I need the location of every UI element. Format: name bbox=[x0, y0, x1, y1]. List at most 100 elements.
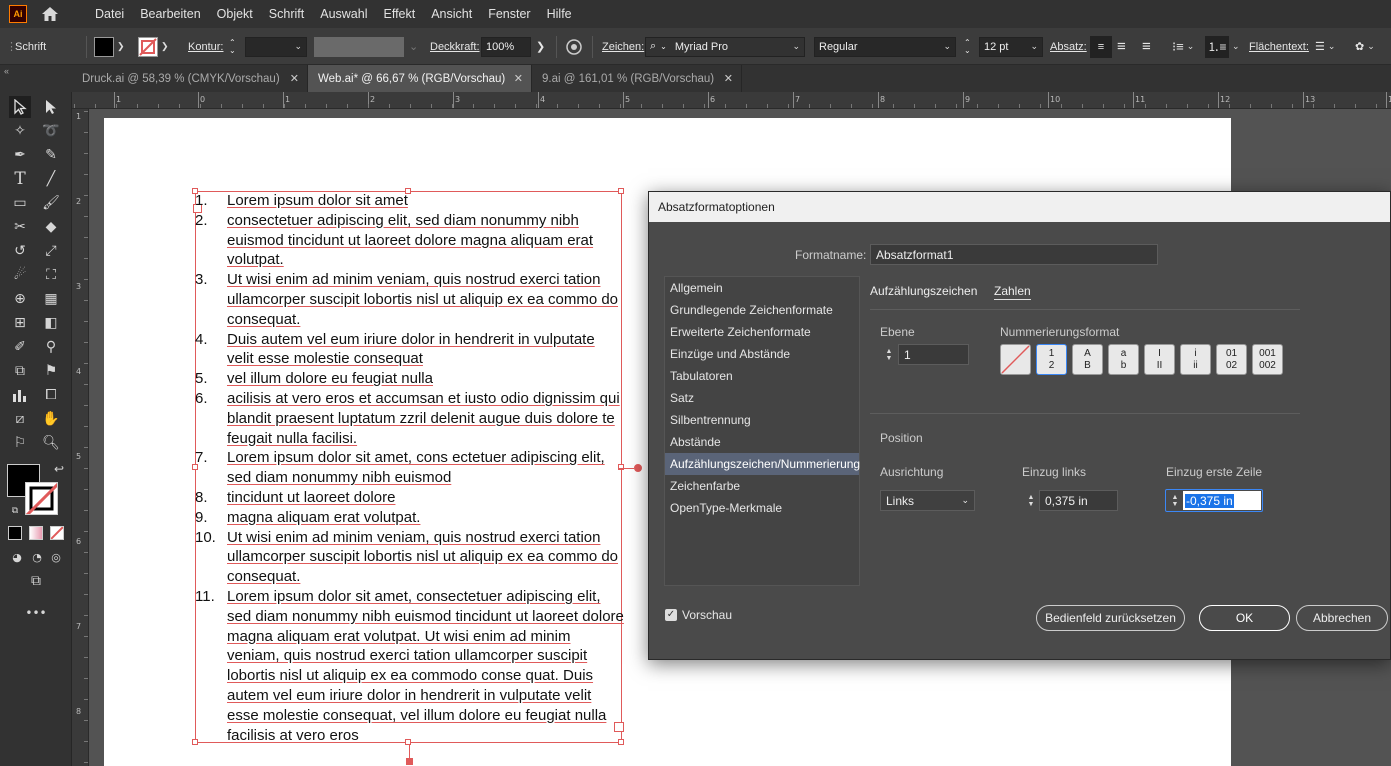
collapse-panel-icon[interactable]: « bbox=[0, 65, 72, 92]
draw-normal-icon[interactable]: ◕ bbox=[6, 546, 28, 568]
bullet-list-icon[interactable]: ⁝≡ ⌄ bbox=[1172, 28, 1194, 65]
direct-selection-tool-icon[interactable] bbox=[40, 96, 62, 118]
numbering-format-button[interactable]: I II bbox=[1144, 344, 1175, 375]
tab-druck[interactable]: Druck.ai @ 58,39 % (CMYK/Vorschau) ✕ bbox=[72, 65, 308, 92]
format-name-input[interactable]: Absatzformat1 bbox=[870, 244, 1158, 265]
global-edit-icon[interactable]: ✿ ⌄ bbox=[1355, 28, 1375, 65]
category-item[interactable]: Aufzählungszeichen/Nummerierung bbox=[665, 453, 860, 475]
reset-panel-button[interactable]: Bedienfeld zurücksetzen bbox=[1036, 605, 1185, 631]
list-item[interactable]: 3. Ut wisi enim ad minim veniam, quis nos… bbox=[195, 270, 625, 329]
level-input[interactable]: 1 bbox=[898, 344, 969, 365]
list-item[interactable]: 10. Ut wisi enim ad minim veniam, quis no… bbox=[195, 528, 625, 587]
list-item[interactable]: 8. tincidunt ut laoreet dolore bbox=[195, 488, 625, 508]
list-item[interactable]: 7. Lorem ipsum dolor sit amet, cons ectet… bbox=[195, 448, 625, 488]
rotate-tool-icon[interactable]: ↺ bbox=[9, 240, 31, 262]
stroke-style-field[interactable] bbox=[314, 36, 404, 57]
font-size-stepper[interactable]: ⌃ ⌄ bbox=[964, 28, 971, 65]
measure-tool-icon[interactable]: ⚲ bbox=[40, 336, 62, 358]
menu-hilfe[interactable]: Hilfe bbox=[539, 7, 580, 21]
area-type-options-icon[interactable]: ☰ ⌄ bbox=[1315, 28, 1335, 65]
type-tool-icon[interactable]: T bbox=[9, 168, 31, 190]
stroke-weight-stepper[interactable]: ⌃ ⌄ bbox=[229, 28, 236, 65]
menu-bearbeiten[interactable]: Bearbeiten bbox=[132, 7, 208, 21]
lasso-tool-icon[interactable]: ➰ bbox=[40, 120, 62, 142]
font-style-field[interactable]: Regular ⌄ bbox=[814, 36, 956, 57]
menu-datei[interactable]: Datei bbox=[87, 7, 132, 21]
shape-widget-icon[interactable] bbox=[406, 758, 413, 765]
curvature-tool-icon[interactable]: ✎ bbox=[40, 144, 62, 166]
indent-left-stepper[interactable]: ▲ ▼ bbox=[1024, 490, 1038, 511]
fill-swatch[interactable]: ❯ bbox=[94, 28, 125, 65]
font-size-field[interactable]: 12 pt ⌄ bbox=[979, 36, 1043, 57]
numbering-format-button[interactable]: 01 02 bbox=[1216, 344, 1247, 375]
menu-fenster[interactable]: Fenster bbox=[480, 7, 538, 21]
more-tools-icon[interactable]: ••• bbox=[25, 602, 47, 624]
stroke-weight-field[interactable]: ⌄ bbox=[245, 36, 307, 57]
align-right-icon[interactable]: ≡ bbox=[1142, 28, 1151, 65]
list-item[interactable]: 4. Duis autem vel eum iriure dolor in hen… bbox=[195, 330, 625, 370]
color-mode-icon[interactable] bbox=[8, 526, 22, 540]
perspective-grid-tool-icon[interactable]: ▦ bbox=[40, 288, 62, 310]
category-item[interactable]: Zeichenfarbe bbox=[670, 475, 740, 497]
hand-tool-icon[interactable]: ✋ bbox=[40, 408, 62, 430]
area-type-label[interactable]: Flächentext: bbox=[1249, 28, 1309, 65]
font-family-field[interactable]: ⌕ ⌄ Myriad Pro ⌄ bbox=[645, 36, 805, 57]
numbering-none-button[interactable] bbox=[1000, 344, 1031, 375]
free-transform-tool-icon[interactable]: ⛶ bbox=[40, 264, 62, 286]
numbered-list-icon[interactable]: ⒈≡ bbox=[1205, 35, 1229, 58]
blend-tool-icon[interactable]: ⧉ bbox=[9, 360, 31, 382]
cancel-button[interactable]: Abbrechen bbox=[1296, 605, 1388, 631]
list-item[interactable]: 9. magna aliquam erat volutpat. bbox=[195, 508, 625, 528]
mesh-tool-icon[interactable]: ⊞ bbox=[9, 312, 31, 334]
tab-bullets[interactable]: Aufzählungszeichen bbox=[870, 284, 977, 298]
close-icon[interactable]: ✕ bbox=[290, 72, 299, 85]
eraser-tool-icon[interactable]: ◆ bbox=[40, 216, 62, 238]
category-item[interactable]: Grundlegende Zeichenformate bbox=[670, 299, 833, 321]
gradient-tool-icon[interactable]: ◧ bbox=[40, 312, 62, 334]
column-graph-tool-icon[interactable] bbox=[9, 384, 31, 406]
opacity-field[interactable]: 100% bbox=[481, 36, 531, 57]
ok-button[interactable]: OK bbox=[1199, 605, 1290, 631]
preview-checkbox[interactable]: ✓ bbox=[665, 609, 677, 621]
scissors-tool-icon[interactable]: ✂ bbox=[9, 216, 31, 238]
screen-mode-icon[interactable]: ⧉ bbox=[25, 570, 47, 592]
category-item[interactable]: Einzüge und Abstände bbox=[670, 343, 790, 365]
level-stepper[interactable]: ▲ ▼ bbox=[882, 344, 896, 365]
close-icon[interactable]: ✕ bbox=[514, 72, 523, 85]
draw-inside-icon[interactable]: ◎ bbox=[45, 546, 67, 568]
stroke-swatch[interactable]: ❯ bbox=[138, 28, 169, 65]
opacity-label[interactable]: Deckkraft: bbox=[430, 28, 480, 65]
category-item[interactable]: Silbentrennung bbox=[670, 409, 751, 431]
scale-tool-icon[interactable]: ⤢ bbox=[40, 240, 62, 262]
tab-web[interactable]: Web.ai* @ 66,67 % (RGB/Vorschau) ✕ bbox=[308, 65, 532, 92]
magic-wand-tool-icon[interactable]: ✧ bbox=[9, 120, 31, 142]
stroke-label[interactable]: Kontur: bbox=[188, 28, 223, 65]
recolor-icon[interactable] bbox=[566, 28, 582, 65]
list-item[interactable]: 6. acilisis at vero eros et accumsan et i… bbox=[195, 389, 625, 448]
warp-tool-icon[interactable]: ☄ bbox=[9, 264, 31, 286]
indent-left-input[interactable]: 0,375 in bbox=[1039, 490, 1118, 511]
list-item[interactable]: 5. vel illum dolore eu feugiat nulla bbox=[195, 369, 625, 389]
shape-builder-tool-icon[interactable]: ⊕ bbox=[9, 288, 31, 310]
tab-numbers[interactable]: Zahlen bbox=[994, 284, 1031, 300]
category-item[interactable]: Abstände bbox=[670, 431, 721, 453]
home-icon[interactable] bbox=[39, 4, 61, 24]
puppet-warp-tool-icon[interactable]: ⚐ bbox=[9, 432, 31, 454]
eyedropper-tool-icon[interactable]: ✐ bbox=[9, 336, 31, 358]
numbering-format-button[interactable]: ab bbox=[1108, 344, 1139, 375]
first-line-indent-input[interactable]: -0,375 in bbox=[1183, 491, 1261, 510]
align-center-icon[interactable]: ≡ bbox=[1117, 28, 1126, 65]
paragraph-label[interactable]: Absatz: bbox=[1050, 28, 1087, 65]
swap-colors-icon[interactable]: ↩ bbox=[48, 458, 70, 480]
list-item[interactable]: 1. Lorem ipsum dolor sit amet bbox=[195, 191, 625, 211]
selection-tool-icon[interactable] bbox=[9, 96, 31, 118]
align-left-icon[interactable]: ≡ bbox=[1090, 35, 1112, 58]
pen-tool-icon[interactable]: ✒ bbox=[9, 144, 31, 166]
menu-ansicht[interactable]: Ansicht bbox=[423, 7, 480, 21]
none-mode-icon[interactable] bbox=[50, 526, 64, 540]
alignment-dropdown[interactable]: Links ⌄ bbox=[880, 490, 975, 511]
numbering-format-button[interactable]: AB bbox=[1072, 344, 1103, 375]
numbering-format-button[interactable]: i ii bbox=[1180, 344, 1211, 375]
category-item[interactable]: OpenType-Merkmale bbox=[670, 497, 782, 519]
paintbrush-tool-icon[interactable]: 🖌 bbox=[40, 192, 62, 214]
